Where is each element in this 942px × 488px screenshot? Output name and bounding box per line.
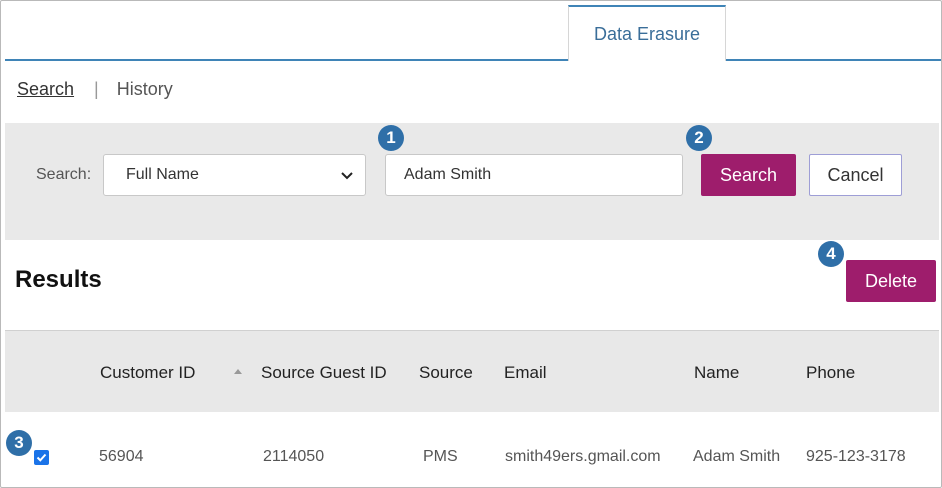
row-select-checkbox[interactable]	[34, 450, 49, 465]
app-frame: Data Erasure Search | History Search: Fu…	[0, 0, 942, 488]
subnav-separator: |	[94, 79, 99, 99]
table-row	[5, 412, 939, 487]
sort-up-icon[interactable]	[233, 367, 243, 375]
search-query-input[interactable]: Adam Smith	[385, 154, 683, 196]
tab-bar-underline	[5, 59, 941, 61]
step-badge-2: 2	[686, 125, 712, 151]
subnav: Search | History	[17, 79, 173, 100]
step-badge-1: 1	[378, 125, 404, 151]
column-header-email[interactable]: Email	[504, 363, 547, 383]
column-header-source-guest-id[interactable]: Source Guest ID	[261, 363, 387, 383]
cell-source: PMS	[423, 448, 458, 465]
column-header-customer-id[interactable]: Customer ID	[100, 363, 195, 383]
column-header-name[interactable]: Name	[694, 363, 739, 383]
cancel-button[interactable]: Cancel	[809, 154, 902, 196]
cell-source-guest-id: 2114050	[263, 448, 325, 465]
search-button[interactable]: Search	[701, 154, 796, 196]
cell-email: smith49ers.gmail.com	[505, 448, 661, 465]
check-icon	[36, 453, 47, 462]
subnav-history-link[interactable]: History	[117, 79, 173, 100]
subnav-search-link[interactable]: Search	[17, 79, 74, 100]
tab-bar: Data Erasure	[1, 1, 941, 61]
delete-button[interactable]: Delete	[846, 260, 936, 302]
cell-customer-id: 56904	[99, 448, 144, 465]
column-header-source[interactable]: Source	[419, 363, 473, 383]
search-field-selected-value: Full Name	[126, 166, 199, 183]
column-header-phone[interactable]: Phone	[806, 363, 855, 383]
tab-data-erasure[interactable]: Data Erasure	[568, 5, 726, 61]
step-badge-3: 3	[6, 430, 32, 456]
search-field-select[interactable]: Full Name	[103, 154, 366, 196]
chevron-down-icon	[341, 172, 353, 180]
step-badge-4: 4	[818, 241, 844, 267]
cell-name: Adam Smith	[693, 448, 781, 465]
search-label: Search:	[36, 166, 92, 183]
cell-phone: 925-123-3178	[806, 448, 906, 465]
results-title: Results	[15, 266, 102, 293]
